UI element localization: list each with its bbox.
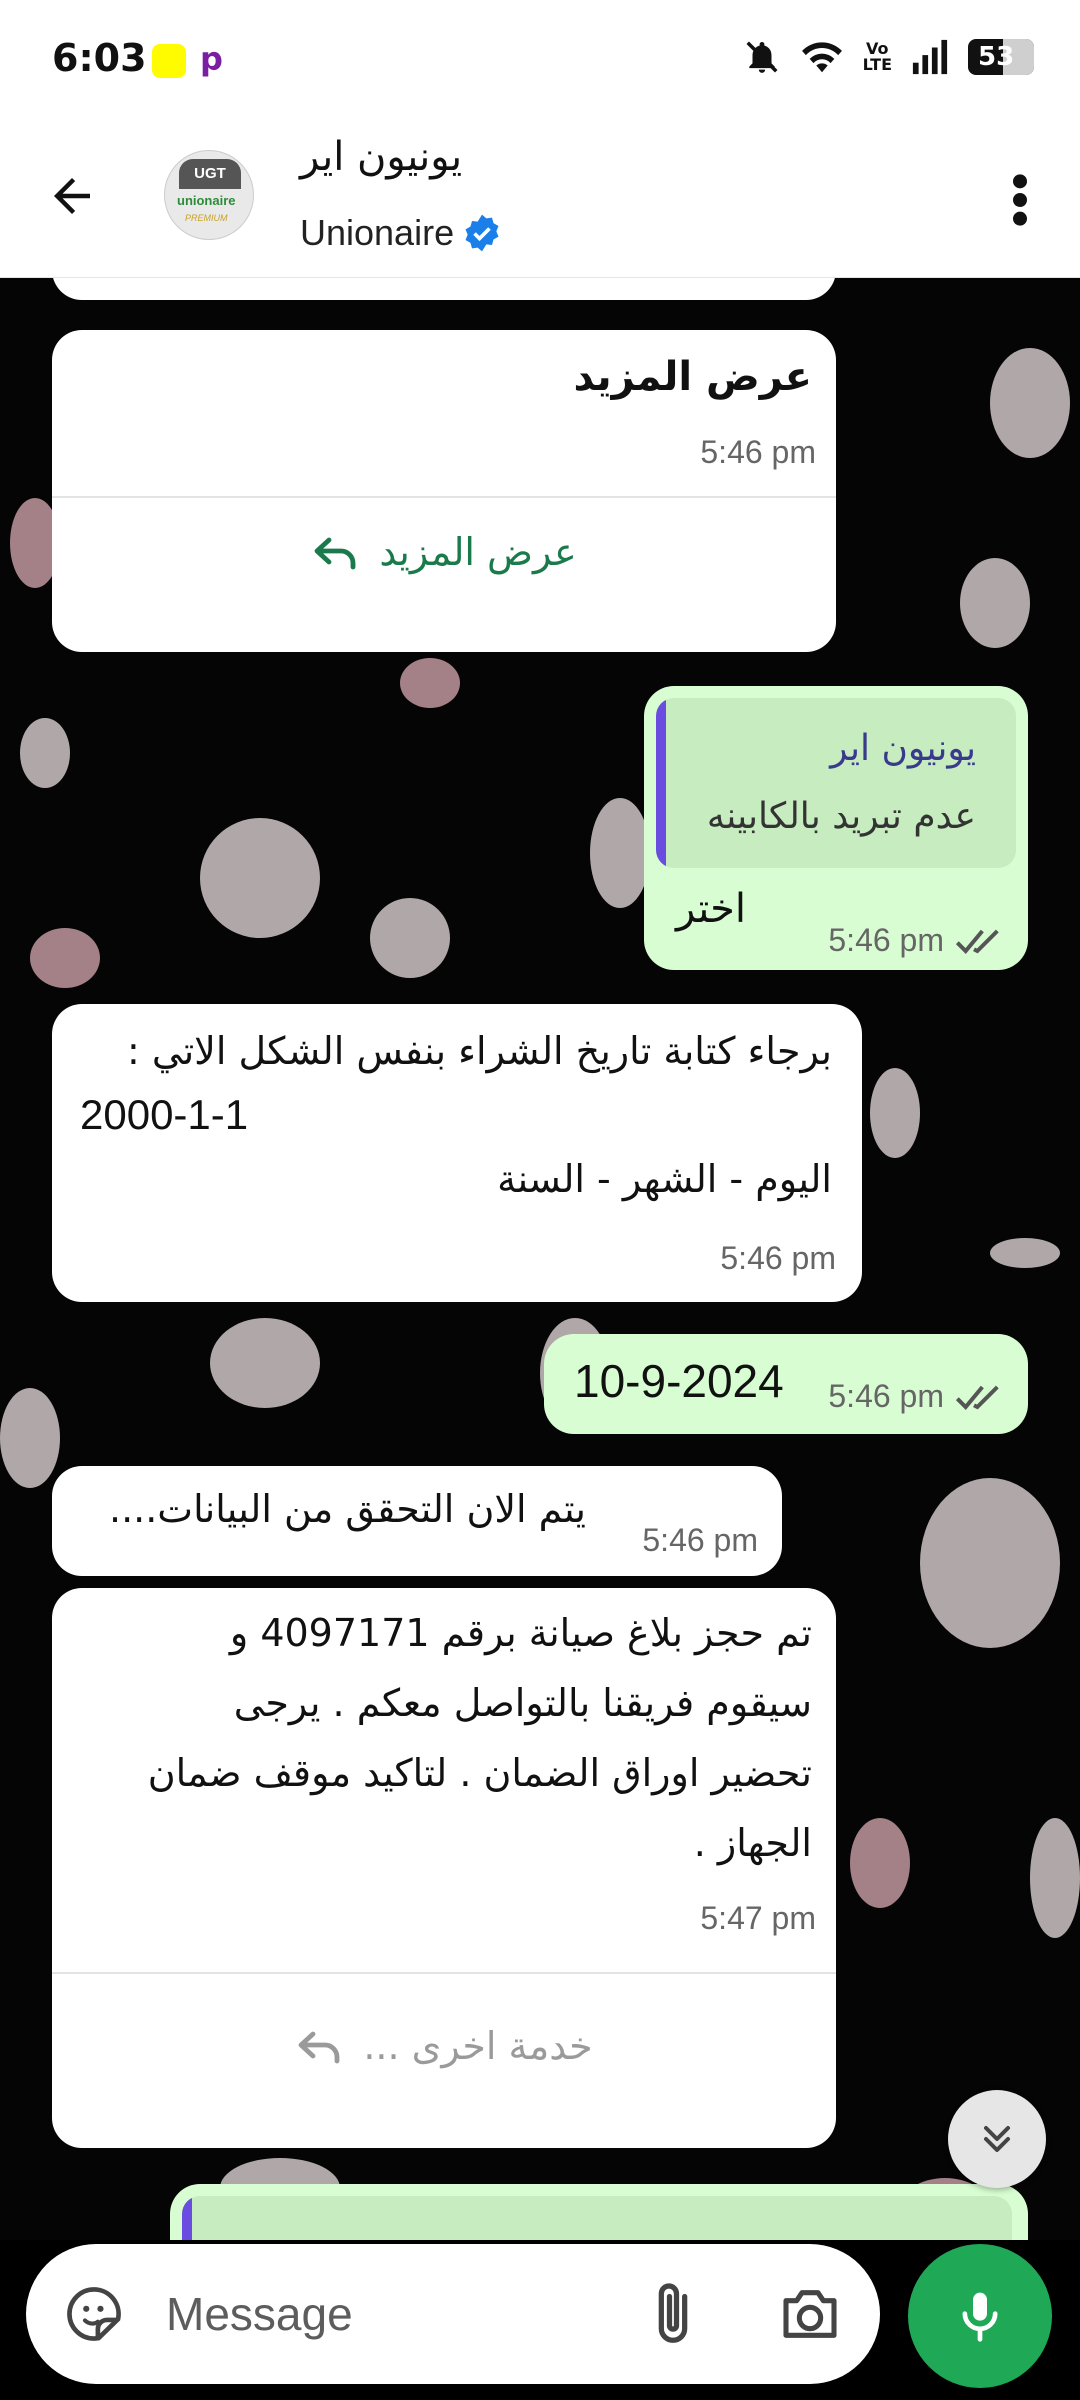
- message-time: 5:46 pm: [720, 1240, 836, 1276]
- message-time: 5:46 pm: [828, 1378, 944, 1414]
- quoted-text: عدم تبريد بالكابينه: [706, 796, 976, 837]
- composer-bar: [0, 2240, 1080, 2400]
- bubble-divider: [52, 496, 836, 498]
- status-time: 6:03: [52, 36, 147, 80]
- mic-icon: [962, 2292, 998, 2342]
- quote-accent-bar: [656, 698, 666, 868]
- voice-message-button[interactable]: [908, 2244, 1052, 2388]
- message-time: 5:47 pm: [700, 1900, 816, 1936]
- wallpaper-petal: [990, 348, 1070, 458]
- message-text: عرض المزيد: [573, 354, 813, 400]
- wifi-icon: [801, 42, 842, 73]
- battery-icon: 53: [968, 39, 1034, 75]
- show-more-label: عرض المزيد: [379, 530, 577, 574]
- contact-name[interactable]: يونيون اير: [300, 134, 462, 180]
- status-icons: Vo LTE 53: [743, 38, 1034, 76]
- wallpaper-petal: [920, 1478, 1060, 1648]
- volte-icon: Vo LTE: [862, 39, 892, 74]
- contact-subtitle[interactable]: Unionaire: [300, 212, 502, 254]
- message-time: 5:46 pm: [642, 1522, 758, 1558]
- picsart-notification-icon: p: [200, 40, 223, 78]
- message-time: 5:46 pm: [828, 922, 944, 958]
- attach-button[interactable]: [638, 2274, 708, 2354]
- message-bubble-partial[interactable]: [52, 278, 836, 300]
- message-bubble-outgoing-partial[interactable]: [170, 2184, 1028, 2240]
- more-options-button[interactable]: [990, 160, 1050, 240]
- message-time-row: 5:46 pm: [828, 1378, 1004, 1415]
- wallpaper-petal: [1030, 1818, 1080, 1938]
- message-bubble-incoming[interactable]: تم حجز بلاغ صيانة برقم 4097171 و سيقوم ف…: [52, 1588, 836, 2148]
- wallpaper-petal: [400, 658, 460, 708]
- double-check-icon: [955, 929, 999, 954]
- back-button[interactable]: [36, 160, 108, 232]
- wallpaper-petal: [210, 1318, 320, 1408]
- quoted-message: [182, 2196, 1012, 2240]
- status-bar: 6:03 p Vo LTE 53: [0, 0, 1080, 120]
- other-service-button[interactable]: خدمة اخرى ...: [52, 2024, 836, 2068]
- verified-badge-icon: [465, 214, 499, 252]
- back-arrow-icon: [54, 178, 90, 214]
- message-text: تحضير اوراق الضمان . لتاكيد موقف ضمان: [147, 1751, 812, 1795]
- double-chevron-down-icon: [983, 2125, 1011, 2153]
- quote-accent-bar: [182, 2196, 192, 2240]
- wallpaper-petal: [0, 1388, 60, 1488]
- wallpaper-petal: [200, 818, 320, 938]
- avatar[interactable]: UGT unionaire PREMIUM: [164, 150, 254, 240]
- message-time: 5:46 pm: [700, 434, 816, 470]
- more-vert-icon: [1013, 174, 1027, 226]
- wallpaper-petal: [990, 1238, 1060, 1268]
- message-bubble-outgoing[interactable]: 10-9-2024 5:46 pm: [544, 1334, 1028, 1434]
- chat-header: UGT unionaire PREMIUM يونيون اير Unionai…: [0, 120, 1080, 278]
- wallpaper-petal: [960, 558, 1030, 648]
- paperclip-icon: [658, 2283, 688, 2343]
- message-example-date: 2000-1-1: [80, 1091, 249, 1138]
- message-text: الجهاز .: [693, 1821, 812, 1865]
- message-text: اليوم - الشهر - السنة: [497, 1157, 832, 1201]
- message-text: يتم الان التحقق من البيانات....: [108, 1487, 586, 1531]
- avatar-sub-text: PREMIUM: [185, 213, 228, 223]
- message-bubble-outgoing[interactable]: يونيون اير عدم تبريد بالكابينه اختر 5:46…: [644, 686, 1028, 970]
- mute-bell-icon: [746, 41, 778, 73]
- message-text: اختر: [676, 886, 746, 932]
- scroll-to-bottom-button[interactable]: [948, 2090, 1046, 2188]
- quoted-sender: يونيون اير: [830, 728, 976, 769]
- signal-icon: [912, 39, 948, 75]
- camera-icon: [783, 2290, 837, 2338]
- reply-icon: [314, 537, 356, 570]
- message-time-row: 5:46 pm: [828, 922, 1004, 959]
- message-bubble-incoming[interactable]: عرض المزيد 5:46 pm عرض المزيد: [52, 330, 836, 652]
- contact-sub-label: Unionaire: [300, 212, 455, 253]
- quoted-message[interactable]: يونيون اير عدم تبريد بالكابينه: [656, 698, 1016, 868]
- reply-icon: [298, 2031, 340, 2064]
- message-text: تم حجز بلاغ صيانة برقم 4097171 و: [229, 1611, 812, 1655]
- message-input-container: [26, 2244, 880, 2384]
- wallpaper-petal: [30, 928, 100, 988]
- chat-area[interactable]: عرض المزيد 5:46 pm عرض المزيد يونيون اير…: [0, 278, 1080, 2240]
- camera-button[interactable]: [770, 2274, 850, 2354]
- avatar-logo-text: UGT: [179, 159, 241, 189]
- avatar-brand-text: unionaire: [177, 193, 236, 208]
- other-service-label: خدمة اخرى ...: [363, 2024, 593, 2068]
- message-text: 10-9-2024: [574, 1355, 784, 1407]
- battery-level: 53: [978, 42, 1015, 72]
- wallpaper-petal: [870, 1068, 920, 1158]
- wallpaper-petal: [370, 898, 450, 978]
- message-bubble-incoming[interactable]: برجاء كتابة تاريخ الشراء بنفس الشكل الات…: [52, 1004, 862, 1302]
- message-text: سيقوم فريقنا بالتواصل معكم . يرجى: [233, 1681, 812, 1725]
- bubble-divider: [52, 1972, 836, 1974]
- message-bubble-incoming[interactable]: يتم الان التحقق من البيانات.... 5:46 pm: [52, 1466, 782, 1576]
- sticker-icon: [67, 2287, 121, 2341]
- message-text: برجاء كتابة تاريخ الشراء بنفس الشكل الات…: [127, 1029, 832, 1073]
- message-input[interactable]: [166, 2278, 626, 2350]
- wallpaper-petal: [590, 798, 650, 908]
- double-check-icon: [955, 1385, 999, 1410]
- wallpaper-petal: [850, 1818, 910, 1908]
- wallpaper-petal: [20, 718, 70, 788]
- snapchat-notification-icon: [152, 44, 186, 78]
- show-more-button[interactable]: عرض المزيد: [52, 530, 836, 574]
- sticker-button[interactable]: [60, 2280, 128, 2348]
